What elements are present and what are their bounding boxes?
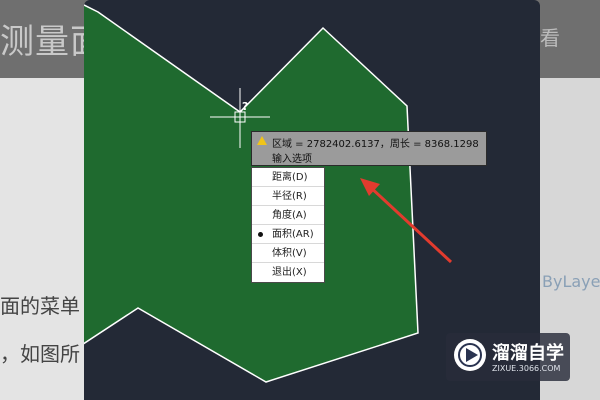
menu-item-label: 角度(A): [272, 210, 307, 221]
article-text-line: ，如图所: [0, 342, 80, 366]
watermark-title: 溜溜自学: [492, 343, 564, 364]
menu-item-label: 距离(D): [272, 172, 308, 183]
menu-item-volume[interactable]: 体积(V): [252, 244, 324, 263]
menu-item-exit[interactable]: 退出(X): [252, 263, 324, 282]
cursor-question-label: ?: [242, 100, 248, 113]
article-text-line: 面的菜单: [0, 294, 80, 318]
header-right-text: 看: [540, 26, 560, 50]
menu-item-radius[interactable]: 半径(R): [252, 187, 324, 206]
selected-bullet-icon: [258, 232, 263, 237]
menu-item-area[interactable]: 面积(AR): [252, 225, 324, 244]
menu-item-angle[interactable]: 角度(A): [252, 206, 324, 225]
watermark: 溜溜自学 ZIXUE.3066.COM: [446, 333, 570, 381]
menu-item-label: 体积(V): [272, 248, 307, 259]
menu-item-distance[interactable]: 距离(D): [252, 168, 324, 187]
bylayer-label: ByLaye: [542, 272, 600, 291]
input-prompt: 输入选项: [272, 154, 312, 165]
warning-icon: [257, 136, 267, 145]
menu-item-label: 退出(X): [272, 267, 307, 278]
area-perimeter-readout: 区域 = 2782402.6137，周长 = 8368.1298: [272, 139, 479, 150]
play-logo-icon: [454, 339, 486, 371]
menu-item-label: 面积(AR): [272, 229, 314, 240]
options-menu: 距离(D) 半径(R) 角度(A) 面积(AR) 体积(V) 退出(X): [251, 167, 325, 283]
menu-item-label: 半径(R): [272, 191, 307, 202]
watermark-url: ZIXUE.3066.COM: [492, 364, 561, 373]
measure-tooltip: 区域 = 2782402.6137，周长 = 8368.1298 输入选项: [251, 131, 487, 166]
